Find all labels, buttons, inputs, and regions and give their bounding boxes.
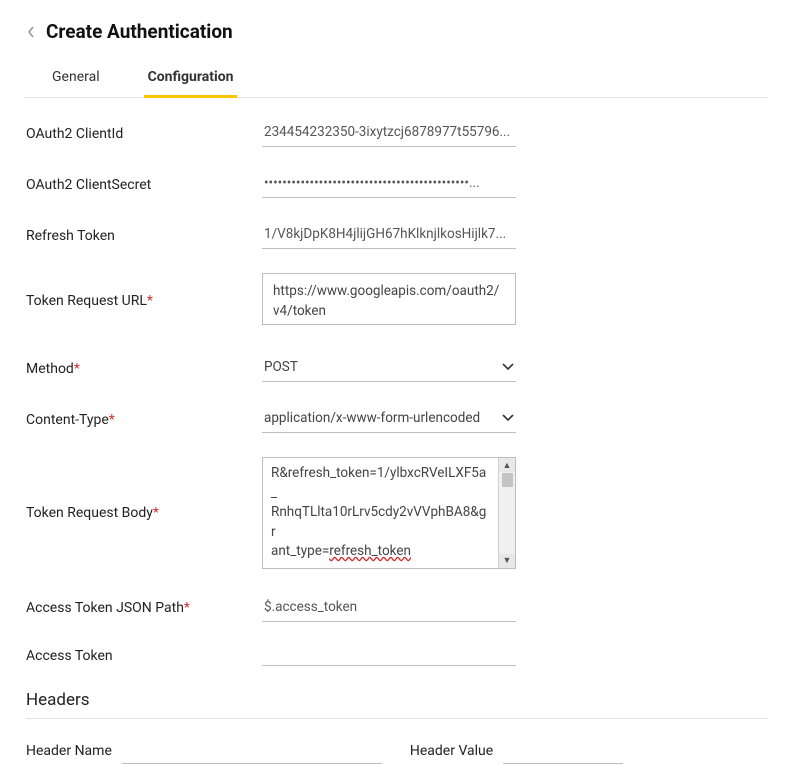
token-request-url-label: Token Request URL* xyxy=(26,293,262,309)
headers-row: Header Name Header Value xyxy=(26,739,768,764)
header-value-input[interactable] xyxy=(503,739,623,764)
access-token-label: Access Token xyxy=(26,648,262,664)
tabs: General Configuration xyxy=(24,61,768,98)
token-request-body-label: Token Request Body* xyxy=(26,505,262,521)
tab-general[interactable]: General xyxy=(48,61,104,98)
method-select[interactable]: POST xyxy=(262,355,516,382)
token-request-url-input[interactable] xyxy=(262,273,516,325)
config-form: OAuth2 ClientId OAuth2 ClientSecret Refr… xyxy=(24,120,768,764)
oauth2-clientid-input[interactable] xyxy=(262,120,516,147)
oauth2-clientid-label: OAuth2 ClientId xyxy=(26,126,262,142)
method-value: POST xyxy=(264,359,298,375)
headers-divider xyxy=(26,718,768,719)
chevron-down-icon xyxy=(502,359,514,375)
token-request-body-text[interactable]: R&refresh_token=1/ylbxcRVeILXF5a_ RnhqTL… xyxy=(263,458,498,568)
content-type-value: application/x-www-form-urlencoded xyxy=(264,410,480,426)
access-token-input[interactable] xyxy=(262,646,516,666)
oauth2-clientsecret-label: OAuth2 ClientSecret xyxy=(26,177,262,193)
content-type-label: Content-Type* xyxy=(26,412,262,428)
oauth2-clientsecret-input[interactable] xyxy=(262,171,516,198)
token-request-body-input[interactable]: R&refresh_token=1/ylbxcRVeILXF5a_ RnhqTL… xyxy=(262,457,516,569)
header-name-input[interactable] xyxy=(122,739,382,764)
back-icon[interactable] xyxy=(24,25,38,39)
scroll-down-icon[interactable]: ▼ xyxy=(499,554,515,568)
header-value-label: Header Value xyxy=(410,743,493,759)
access-token-json-path-input[interactable] xyxy=(262,595,516,622)
chevron-down-icon xyxy=(502,410,514,426)
page-header: Create Authentication xyxy=(24,20,768,43)
content-type-select[interactable]: application/x-www-form-urlencoded xyxy=(262,406,516,433)
header-name-label: Header Name xyxy=(26,743,112,759)
method-label: Method* xyxy=(26,361,262,377)
scroll-up-icon[interactable]: ▲ xyxy=(499,458,515,472)
scroll-thumb[interactable] xyxy=(502,473,513,487)
page-title: Create Authentication xyxy=(46,20,233,43)
textarea-scrollbar[interactable]: ▲ ▼ xyxy=(498,458,515,568)
refresh-token-input[interactable] xyxy=(262,222,516,249)
headers-section-title: Headers xyxy=(26,690,768,710)
tab-configuration[interactable]: Configuration xyxy=(144,61,238,98)
refresh-token-label: Refresh Token xyxy=(26,228,262,244)
access-token-json-path-label: Access Token JSON Path* xyxy=(26,600,262,616)
